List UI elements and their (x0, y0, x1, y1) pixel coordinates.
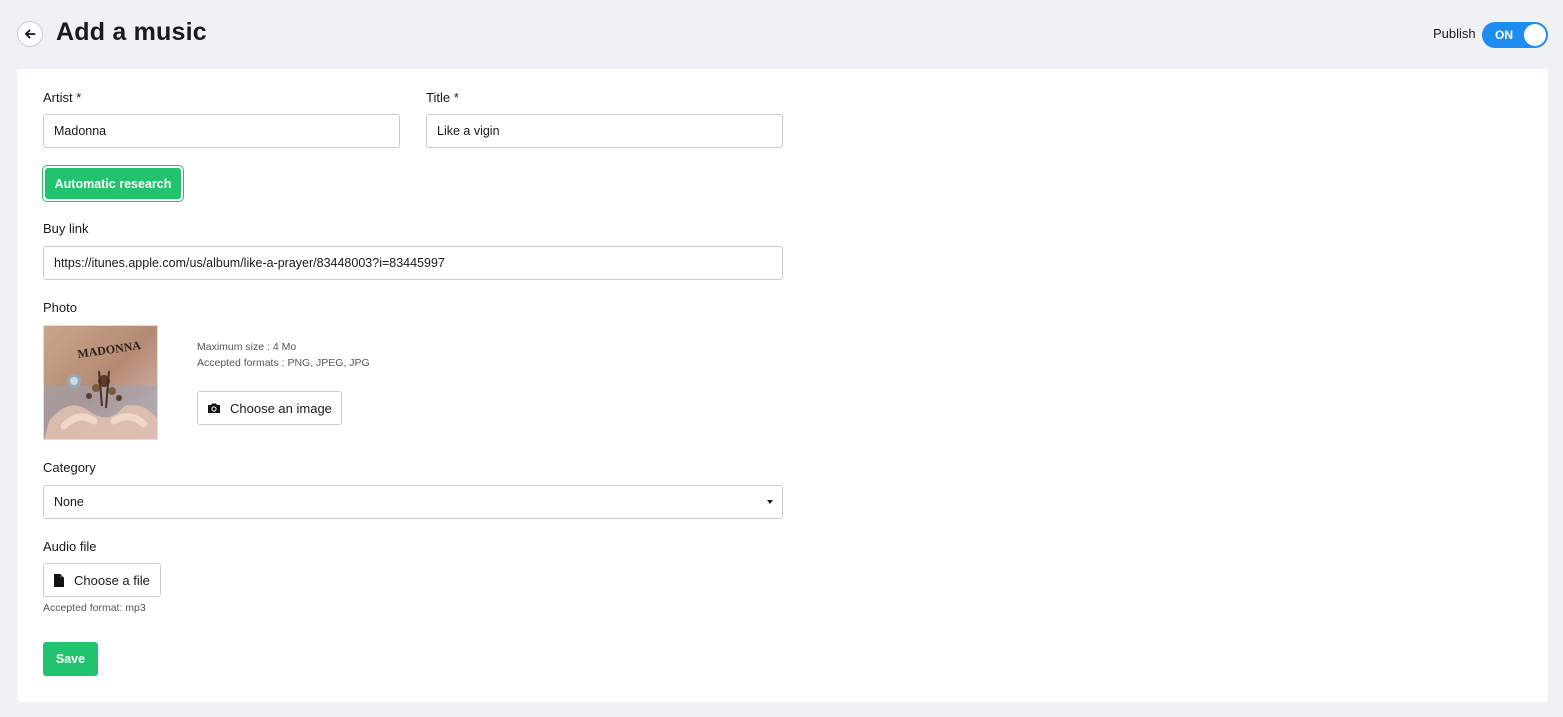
form-card (17, 69, 1548, 702)
accepted-formats-hint: Accepted formats : PNG, JPEG, JPG (197, 357, 370, 369)
back-button[interactable] (17, 21, 43, 47)
page-title: Add a music (56, 18, 207, 46)
max-size-hint: Maximum size : 4 Mo (197, 341, 297, 353)
buy-link-input[interactable] (43, 246, 783, 280)
automatic-research-label: Automatic research (45, 168, 181, 199)
title-input[interactable] (426, 114, 783, 148)
arrow-left-icon (25, 29, 36, 39)
page-header: Add a music Publish ON (0, 0, 1563, 69)
choose-image-button[interactable]: Choose an image (197, 391, 342, 425)
camera-icon (208, 403, 220, 413)
publish-toggle-state: ON (1495, 28, 1513, 42)
category-select[interactable]: None (43, 485, 783, 519)
file-icon (54, 573, 64, 587)
audio-format-hint: Accepted format: mp3 (43, 602, 146, 614)
choose-file-button[interactable]: Choose a file (43, 563, 161, 597)
audio-file-label: Audio file (43, 539, 97, 554)
artist-label: Artist * (43, 90, 82, 105)
buy-link-label: Buy link (43, 221, 89, 236)
choose-image-label: Choose an image (230, 400, 332, 416)
category-label: Category (43, 460, 96, 475)
caret-down-icon (767, 500, 773, 504)
save-button[interactable]: Save (43, 642, 98, 676)
publish-label: Publish (1433, 26, 1476, 41)
artist-input[interactable] (43, 114, 400, 148)
choose-file-label: Choose a file (74, 572, 150, 588)
automatic-research-button[interactable]: Automatic research (42, 165, 184, 202)
category-selected-value: None (54, 495, 84, 509)
toggle-knob (1524, 24, 1546, 46)
album-cover-image: MADONNA (43, 325, 158, 440)
photo-label: Photo (43, 300, 77, 315)
title-label: Title * (426, 90, 459, 105)
publish-toggle[interactable]: ON (1482, 22, 1548, 48)
